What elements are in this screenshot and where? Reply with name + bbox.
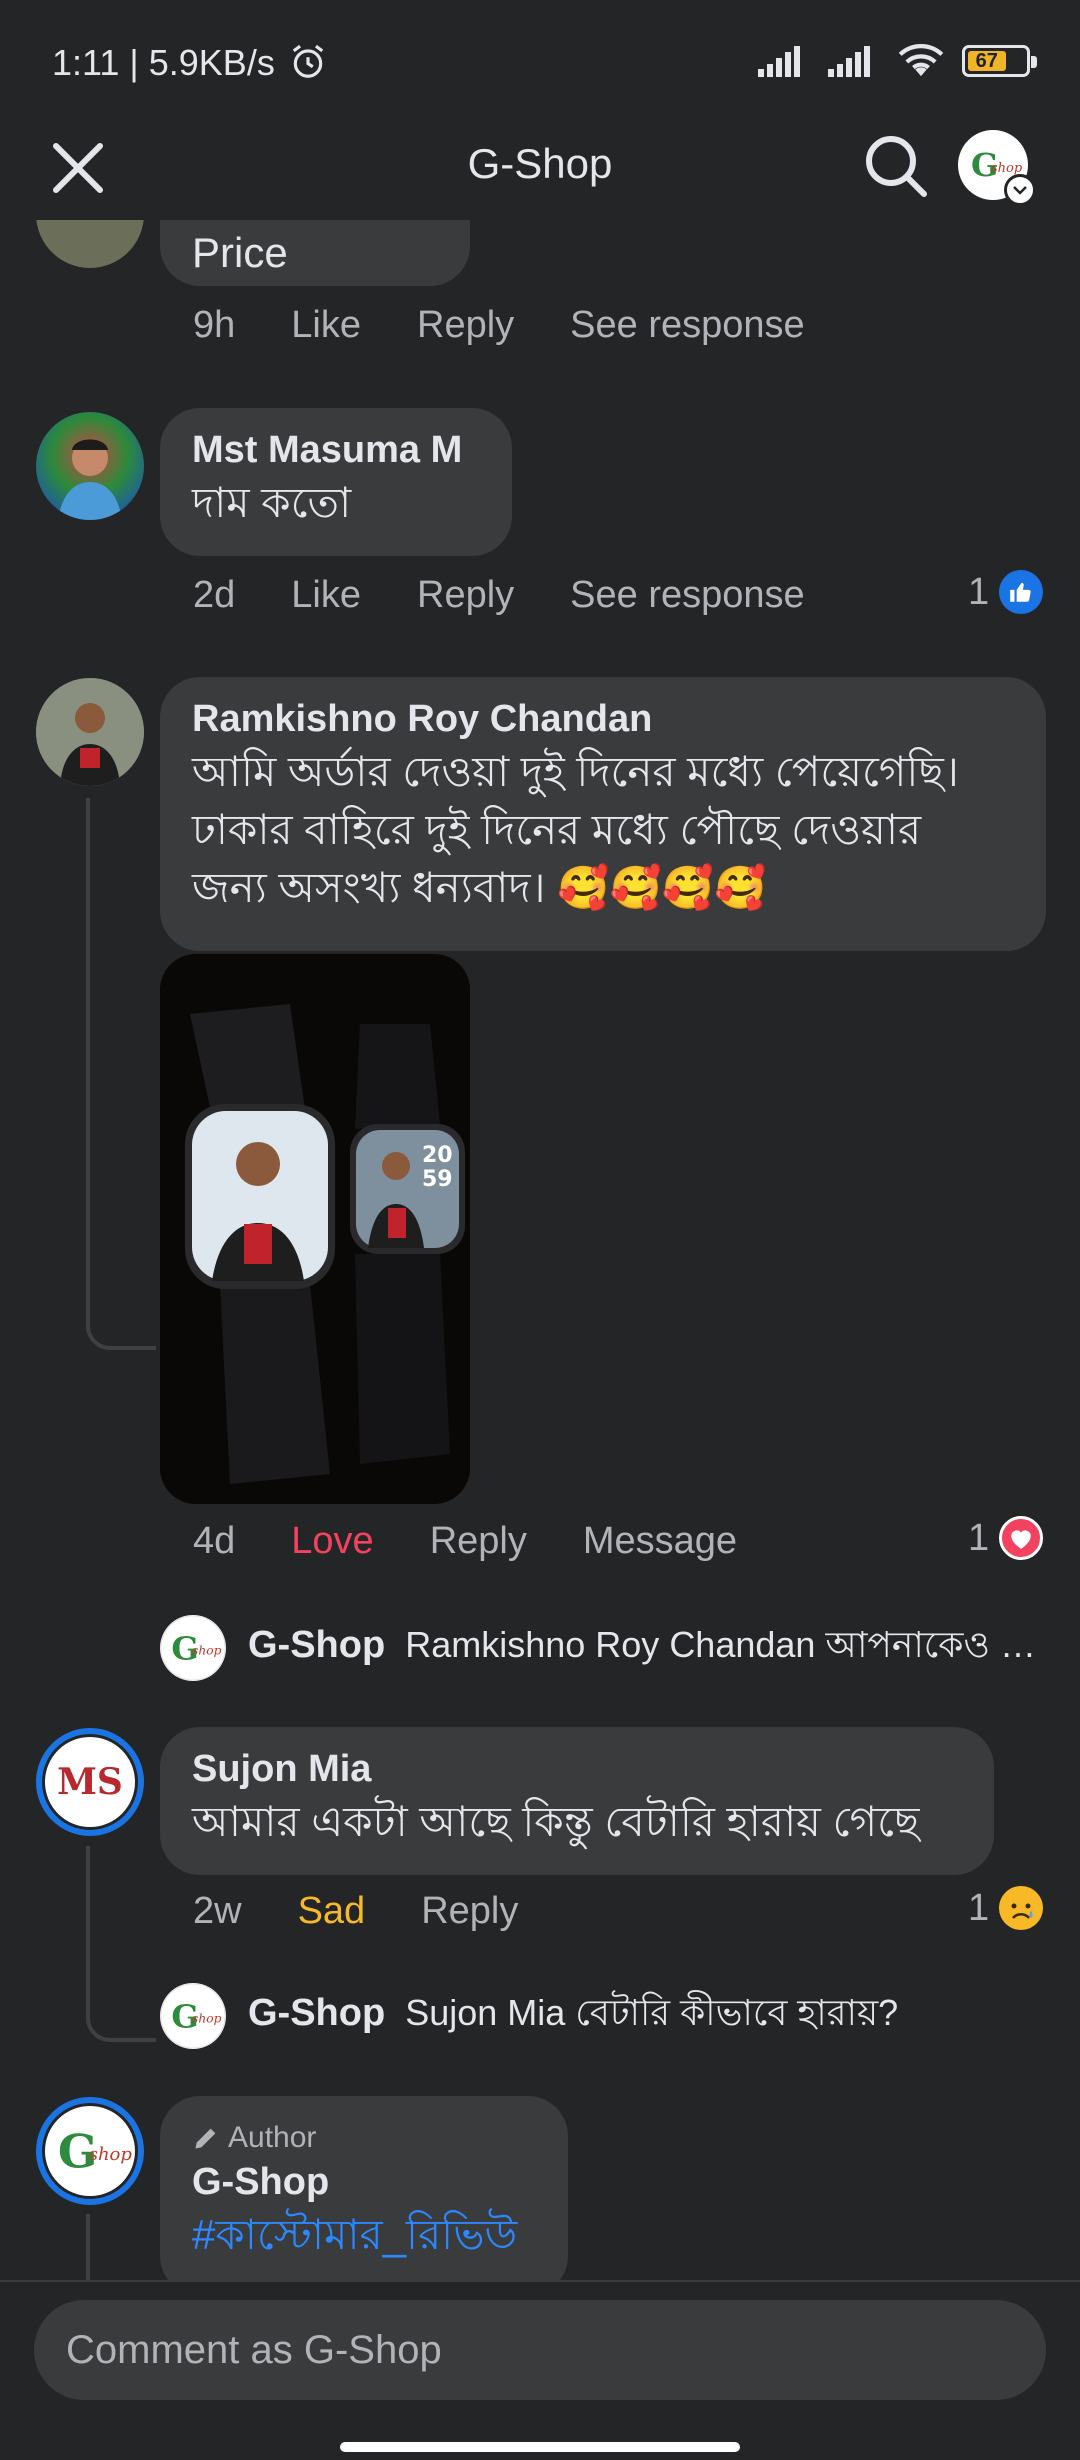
love-button[interactable]: Love — [291, 1520, 373, 1563]
comment-actions: 2w Sad Reply — [193, 1890, 574, 1933]
author-badge: Author — [192, 2118, 536, 2158]
reaction-count-number: 1 — [968, 1516, 990, 1559]
signal-icon-2 — [828, 46, 870, 77]
reply-body: Ramkishno Roy Chandan আপনাকেও অ... — [405, 1624, 1048, 1665]
avatar[interactable]: G shop — [36, 2097, 144, 2205]
thread-connector — [86, 1976, 156, 2042]
reply-author[interactable]: G-Shop — [248, 1992, 385, 2034]
comment-bubble: Author G-Shop #কাস্টোমার_রিভিউ — [160, 2096, 568, 2280]
comment-time: 2d — [193, 574, 236, 616]
reply-body: Sujon Mia বেটারি কীভাবে হারায়? — [405, 1992, 899, 2033]
comment-text-line: ঢাকার বাহিরে দুই দিনের মধ্যে পৌছে দেওয়া… — [192, 806, 922, 853]
comment-actions: 4d Love Reply Message — [193, 1520, 793, 1563]
reaction-count-number: 1 — [968, 1886, 990, 1929]
like-reaction-icon — [999, 570, 1044, 614]
comment-time: 4d — [193, 1520, 236, 1562]
comment-actions: 2d Like Reply See response — [193, 574, 861, 617]
ms-logo-text: MS — [57, 1761, 123, 1803]
sad-button[interactable]: Sad — [298, 1890, 366, 1933]
avatar[interactable] — [36, 220, 144, 268]
thread-line — [86, 798, 90, 1318]
see-response-button[interactable]: See response — [570, 304, 805, 347]
commenter-name[interactable]: Ramkishno Roy Chandan — [192, 695, 1014, 743]
message-button[interactable]: Message — [583, 1520, 737, 1563]
comment-bubble: Ramkishno Roy Chandan আমি অর্ডার দেওয়া … — [160, 677, 1046, 951]
sad-reaction-icon — [999, 1886, 1044, 1930]
profile-avatar-button[interactable]: G shop — [958, 130, 1036, 206]
svg-text:shop: shop — [192, 1644, 222, 1658]
svg-text:20: 20 — [422, 1143, 453, 1168]
gshop-logo-icon: G shop — [160, 1983, 226, 2049]
signal-icon — [758, 46, 800, 77]
reply-button[interactable]: Reply — [421, 1890, 518, 1933]
chevron-down-icon — [1004, 174, 1036, 206]
commenter-name[interactable]: Sujon Mia — [192, 1745, 962, 1793]
avatar[interactable]: MS — [36, 1728, 144, 1836]
reply-text: G-Shop Ramkishno Roy Chandan আপনাকেও অ..… — [248, 1618, 1048, 1678]
search-button[interactable] — [858, 128, 934, 204]
svg-text:shop: shop — [89, 2144, 133, 2165]
comment-text-line: আমি অর্ডার দেওয়া দুই দিনের মধ্যে পেয়েগ… — [192, 748, 959, 795]
comment-text-line: জন্য অসংখ্য ধন্যবাদ। 🥰🥰🥰🥰 — [192, 864, 767, 911]
comment-time: 9h — [193, 304, 236, 346]
app-header: G-Shop G shop — [0, 120, 1080, 220]
reply-author[interactable]: G-Shop — [248, 1624, 385, 1666]
status-time: 1:11 | 5.9KB/s — [52, 42, 327, 84]
status-icons: 67 — [758, 44, 1037, 78]
reaction-count[interactable]: 1 — [968, 1516, 1044, 1560]
alarm-icon — [292, 44, 324, 78]
svg-text:59: 59 — [422, 1167, 453, 1192]
home-indicator[interactable] — [340, 2442, 740, 2452]
avatar[interactable] — [36, 678, 144, 786]
comment-composer-bar: Comment as G-Shop — [0, 2280, 1080, 2460]
comment-input[interactable]: Comment as G-Shop — [34, 2300, 1046, 2400]
battery-icon: 67 — [962, 45, 1037, 77]
see-response-button[interactable]: See response — [570, 574, 805, 617]
comment-bubble: Mst Masuma M দাম কতো — [160, 408, 512, 556]
avatar: G shop — [160, 1983, 226, 2049]
comment-text: আমার একটা আছে কিন্তু বেটারি হারায় গেছে — [192, 1798, 920, 1845]
search-icon — [866, 136, 927, 197]
person-photo — [36, 678, 144, 786]
commenter-name[interactable]: G-Shop — [192, 2158, 536, 2206]
reply-text: G-Shop Sujon Mia বেটারি কীভাবে হারায়? — [248, 1986, 1048, 2046]
reply-preview[interactable]: G shop G-Shop Ramkishno Roy Chandan আপনা… — [160, 1615, 1048, 1681]
reply-button[interactable]: Reply — [430, 1520, 527, 1563]
reply-preview[interactable]: G shop G-Shop Sujon Mia বেটারি কীভাবে হা… — [160, 1983, 1048, 2049]
avatar[interactable] — [36, 412, 144, 520]
status-bar: 1:11 | 5.9KB/s 67 — [0, 0, 1080, 130]
commenter-name[interactable]: Mst Masuma M — [192, 426, 480, 474]
reaction-count-number: 1 — [968, 570, 990, 613]
thread-connector — [86, 1280, 156, 1350]
smartwatch-photo: 20 59 — [160, 954, 470, 1504]
thread-line — [86, 2214, 90, 2280]
comment-text: Price — [192, 229, 288, 276]
love-reaction-icon — [999, 1516, 1044, 1560]
like-button[interactable]: Like — [291, 304, 361, 347]
hashtag-link[interactable]: #কাস্টোমার_রিভিউ — [192, 2206, 536, 2264]
reply-button[interactable]: Reply — [417, 574, 514, 617]
wifi-icon — [898, 44, 944, 77]
like-button[interactable]: Like — [291, 574, 361, 617]
comment-bubble: Price — [160, 220, 470, 286]
avatar: G shop — [160, 1615, 226, 1681]
comments-feed[interactable]: Price 9h Like Reply See response Mst Mas… — [0, 220, 1080, 2280]
pencil-icon — [195, 2128, 216, 2149]
battery-level: 67 — [968, 51, 1006, 71]
comment-actions: 9h Like Reply See response — [193, 304, 861, 347]
reaction-count[interactable]: 1 — [968, 570, 1044, 614]
comment-text: দাম কতো — [192, 479, 352, 526]
reply-button[interactable]: Reply — [417, 304, 514, 347]
gshop-logo-icon: G shop — [58, 2125, 133, 2179]
reaction-count[interactable]: 1 — [968, 1886, 1044, 1930]
svg-text:shop: shop — [192, 2012, 222, 2026]
comment-bubble: Sujon Mia আমার একটা আছে কিন্তু বেটারি হা… — [160, 1727, 994, 1875]
comment-input-placeholder: Comment as G-Shop — [66, 2327, 442, 2372]
person-photo — [58, 439, 122, 520]
comment-time: 2w — [193, 1890, 242, 1932]
comment-photo[interactable]: 20 59 — [160, 954, 470, 1504]
gshop-logo-icon: G shop — [160, 1615, 226, 1681]
